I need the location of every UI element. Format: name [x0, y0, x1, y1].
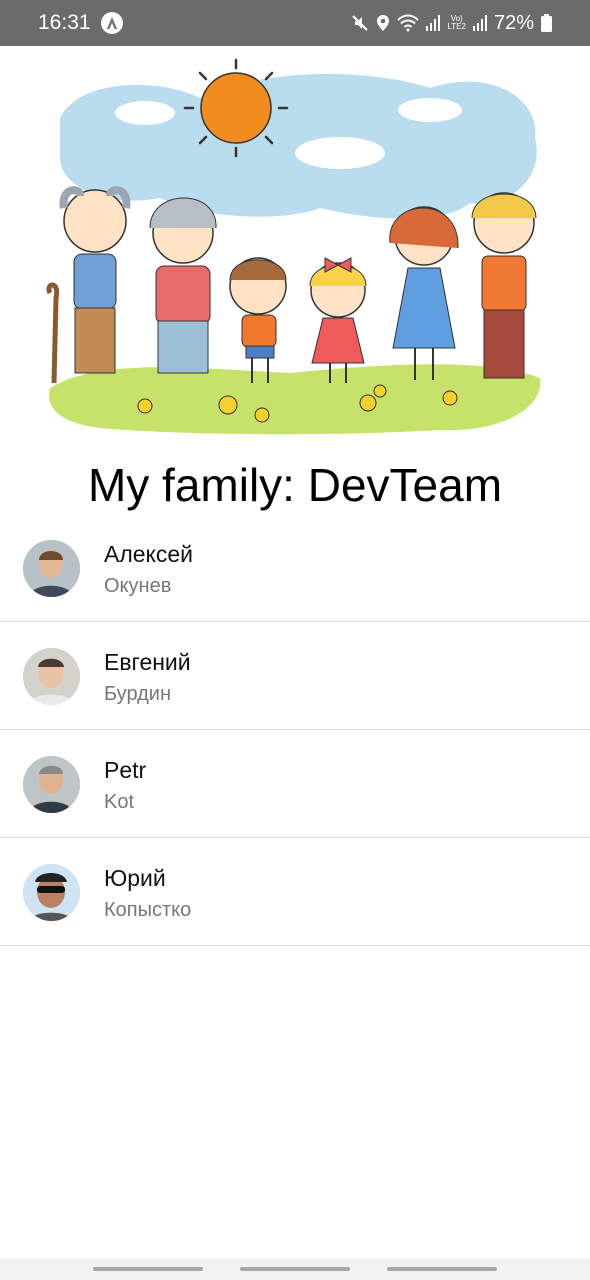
page-title: My family: DevTeam	[87, 459, 503, 511]
grandpa-figure	[46, 186, 131, 384]
mute-icon	[352, 15, 369, 31]
status-time: 16:31	[38, 11, 91, 34]
avatar	[23, 648, 80, 705]
member-texts: Алексей Окунев	[104, 540, 193, 600]
location-icon	[377, 15, 390, 31]
member-last-name: Kot	[104, 791, 135, 813]
list-item[interactable]: Petr Kot	[0, 730, 590, 838]
volte-lte-label: Vo) LTE2	[447, 14, 466, 31]
wifi-icon	[397, 14, 420, 32]
status-right: Vo) LTE2 72%	[351, 12, 552, 35]
grandma-figure	[149, 197, 217, 374]
member-texts: Юрий Копыстко	[104, 864, 191, 924]
member-first-name: Алексей	[104, 541, 194, 567]
member-texts: Petr Kot	[104, 756, 146, 816]
signal-icon-2	[472, 15, 487, 31]
member-last-name: Окунев	[104, 575, 172, 597]
mom-figure	[389, 206, 459, 380]
system-navigation-bar	[0, 1258, 590, 1280]
girl-figure	[309, 257, 367, 383]
status-left: 16:31	[38, 11, 123, 35]
list-item[interactable]: Юрий Копыстко	[0, 838, 590, 946]
nav-back-button[interactable]	[386, 1267, 497, 1271]
list-item[interactable]: Евгений Бурдин	[0, 622, 590, 730]
app-notification-icon	[100, 12, 123, 34]
battery-percent: 72%	[493, 11, 534, 34]
member-texts: Евгений Бурдин	[104, 648, 191, 708]
nav-home-button[interactable]	[239, 1267, 350, 1271]
signal-icon-1	[426, 15, 441, 31]
member-first-name: Евгений	[104, 649, 191, 675]
family-illustration	[46, 58, 541, 435]
avatar	[23, 540, 80, 597]
dad-figure	[471, 192, 537, 379]
boy-figure	[229, 257, 287, 383]
family-member-list: Алексей Окунев Евгений Бурдин Petr Kot Ю…	[0, 514, 590, 946]
member-last-name: Бурдин	[104, 683, 172, 705]
member-last-name: Копыстко	[104, 899, 192, 921]
battery-icon	[541, 14, 552, 32]
avatar	[23, 864, 80, 921]
member-first-name: Юрий	[104, 865, 166, 891]
list-item[interactable]: Алексей Окунев	[0, 514, 590, 622]
status-bar: 16:31 Vo) LTE2 72%	[0, 0, 590, 46]
nav-recents-button[interactable]	[93, 1267, 204, 1271]
avatar	[23, 756, 80, 813]
member-first-name: Petr	[104, 757, 147, 783]
